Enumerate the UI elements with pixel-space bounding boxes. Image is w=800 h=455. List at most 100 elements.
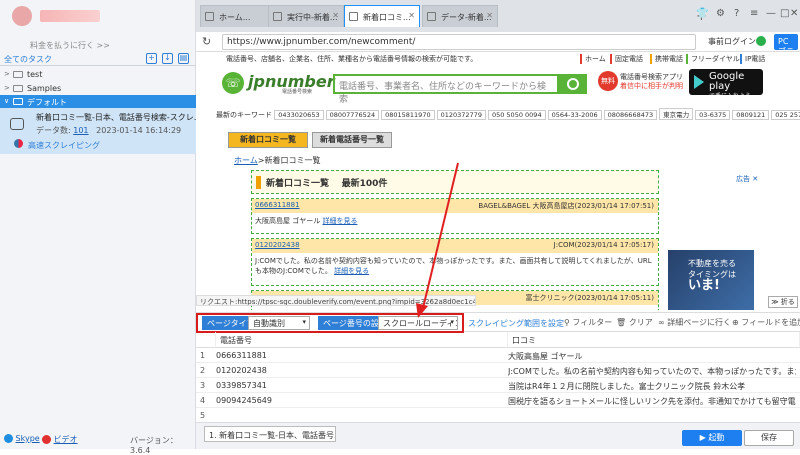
keyword-chip[interactable]: 025 257 8011 — [771, 110, 800, 120]
fold-button[interactable]: ≫ 折る — [768, 296, 798, 308]
keyword-chip[interactable]: 050 5050 0094 — [487, 110, 546, 120]
site-search-input[interactable]: 電話番号、事業者名、住所などのキーワードから検索 — [333, 74, 559, 105]
top-link-freedial[interactable]: フリーダイヤル — [686, 54, 740, 64]
tree-group-samples[interactable]: > Samples — [0, 82, 196, 96]
skype-label: Skype — [15, 434, 40, 443]
tree-group-test[interactable]: > test — [0, 68, 196, 82]
review-text: 大阪高島屋 ゴヤール — [255, 217, 321, 225]
new-task-icon[interactable]: + — [146, 53, 157, 64]
page-type-select[interactable]: 自動識別 ▾ — [248, 316, 310, 330]
keyword-chip[interactable]: 03-6375 — [695, 110, 731, 120]
keyword-chip[interactable]: 0120372779 — [436, 110, 486, 120]
review-more-link[interactable]: 詳細を見る — [334, 267, 369, 275]
add-field-button[interactable]: ⊕ フィールドを追加 — [732, 317, 800, 328]
tab-home[interactable]: ホーム... — [200, 5, 276, 27]
tab-new-numbers-list[interactable]: 新着電話番号一覧 — [312, 132, 392, 148]
google-play-sub: で手に入れよう — [709, 93, 752, 100]
search-icon[interactable] — [559, 74, 587, 94]
table-row[interactable]: 3 0339857341 当院はR4年１２月に閉院しました。富士クリニック院長 鈴木… — [196, 378, 800, 393]
options-row: ページタイプ 自動識別 ▾ ページ番号の設定 スクロールローディン ▾ スクレイピン… — [196, 312, 800, 333]
detail-page-button[interactable]: ∞ 詳細ページに行く — [658, 317, 731, 328]
page-setting-select[interactable]: スクロールローディン ▾ — [378, 316, 458, 330]
keyword-chip[interactable]: 0809121 — [732, 110, 770, 120]
clear-button[interactable]: 🗑 クリア — [616, 317, 653, 328]
review-header: 0666311881 BAGEL&BAGEL 大阪高島屋店(2023/01/14 … — [252, 199, 658, 213]
tab-new-comments-list[interactable]: 新着口コミ一覧 — [228, 132, 308, 148]
table-row[interactable]: 5 — [196, 408, 800, 423]
filter-button[interactable]: ⚲ フィルター — [564, 317, 612, 328]
keyword-chip[interactable]: 0433020653 — [274, 110, 324, 120]
top-link-landline[interactable]: 固定電話 — [610, 54, 643, 64]
folder-icon — [13, 98, 23, 105]
task-tab[interactable]: 1. 新着口コミ一覧-日本、電話番号... — [204, 426, 336, 442]
top-link-home[interactable]: ホーム — [580, 54, 606, 64]
ad-label[interactable]: 広告 ✕ — [736, 174, 758, 184]
menu-icon[interactable]: ≡ — [750, 8, 758, 19]
scrape-range-link[interactable]: スクレイピング範囲を設定 — [468, 318, 564, 329]
minimize-icon[interactable]: — — [766, 8, 776, 19]
close-icon[interactable]: ✕ — [332, 11, 339, 20]
close-icon[interactable]: ✕ — [408, 11, 415, 20]
pc-browser-dropdown[interactable]: PCブラウザ — [774, 34, 798, 50]
home-icon — [205, 12, 214, 21]
skype-link[interactable]: Skype — [4, 434, 40, 443]
table-header-phone[interactable]: 電話番号 — [216, 332, 508, 348]
breadcrumb-home[interactable]: ホーム — [234, 156, 258, 165]
tab-data[interactable]: データ-新着... ✕ — [422, 5, 498, 27]
free-badge: 無料 — [598, 71, 618, 91]
google-play-badge[interactable]: Google play で手に入れよう — [689, 69, 763, 100]
phone-cell: 0666311881 — [216, 351, 267, 360]
tshirt-icon[interactable]: 👕 — [696, 8, 708, 19]
data-count-link[interactable]: 101 — [73, 126, 88, 135]
keyword-chip[interactable]: 08007776524 — [325, 110, 380, 120]
top-link-mobile[interactable]: 携帯電話 — [650, 54, 683, 64]
keyword-chip[interactable]: 08015811970 — [381, 110, 435, 120]
top-link-ip[interactable]: IP電話 — [740, 54, 765, 64]
avatar[interactable] — [12, 6, 32, 26]
keyword-chip[interactable]: 0564-33-2006 — [547, 110, 602, 120]
pre-login-button[interactable]: 事前ログイン — [708, 36, 756, 47]
url-input[interactable]: https://www.jpnumber.com/newcomment/ — [222, 34, 696, 50]
reload-icon[interactable]: ↻ — [202, 35, 211, 48]
review-number-link[interactable]: 0666311881 — [255, 201, 300, 209]
close-window-icon[interactable]: ✕ — [790, 8, 798, 19]
help-icon[interactable]: ? — [734, 8, 739, 19]
row-index: 1 — [200, 351, 206, 360]
tree-group-default[interactable]: ∨ デフォルト — [0, 95, 196, 109]
keyword-row: 最新のキーワード 0433020653 08007776524 0801581197… — [216, 108, 800, 120]
chevron-right-icon: > — [4, 70, 10, 78]
import-icon[interactable]: ↓ — [162, 53, 173, 64]
keyword-chip[interactable]: 08086668473 — [603, 110, 658, 120]
task-item[interactable]: 新着口コミ一覧-日本、電話番号検索-スクレ… データ数: 101 2023-01… — [0, 108, 202, 154]
review-more-link[interactable]: 詳細を見る — [322, 217, 357, 225]
pay-link[interactable]: 料金を払うに行く >> — [30, 40, 110, 51]
table-header-index — [196, 332, 216, 348]
task-name: 新着口コミ一覧-日本、電話番号検索-スクレ… — [36, 113, 202, 122]
close-icon[interactable]: ✕ — [486, 11, 493, 20]
tab-label: データ-新着... — [441, 13, 492, 22]
tab-running[interactable]: 実行中-新着... ✕ — [268, 5, 344, 27]
table-row[interactable]: 2 0120202438 J:COMでした。私の名前や契約内容も知っていたので、本物… — [196, 363, 800, 378]
review-number-link[interactable]: 0120202438 — [255, 241, 300, 249]
plus-circle-icon: ⊕ — [732, 318, 739, 327]
table-row[interactable]: 4 09094245649 国税庁を語るショートメールに怪しいリンク先を添付。非通知… — [196, 393, 800, 408]
ad-banner[interactable]: 不動産を売る タイミングは いま! — [668, 250, 754, 310]
all-tasks-label[interactable]: 全てのタスク — [4, 54, 52, 65]
table-header-review[interactable]: 口コミ — [508, 332, 800, 348]
maximize-icon[interactable]: □ — [780, 8, 789, 19]
video-link[interactable]: ビデオ — [42, 434, 78, 445]
save-button[interactable]: 保存 — [744, 430, 794, 446]
tab-label: 実行中-新着... — [287, 13, 338, 22]
scrape-mode-label: 高速スクレイピング — [28, 141, 100, 150]
list-title: 新着口コミ一覧 — [266, 179, 330, 189]
list-subtitle: 最新100件 — [341, 179, 388, 189]
tab-new-comments[interactable]: 新着口コミ... ✕ — [344, 5, 420, 27]
settings-icon[interactable]: ⚙ — [716, 8, 725, 19]
new-group-icon[interactable]: ▤ — [178, 53, 189, 64]
status-green-icon[interactable] — [756, 36, 766, 46]
list-title-box: 新着口コミ一覧 最新100件 — [251, 170, 659, 194]
keyword-chip[interactable]: 東京電力 — [659, 108, 694, 120]
jpnumber-logo[interactable]: ☏ jpnumber 電話番号検索 — [222, 70, 335, 96]
table-row[interactable]: 1 0666311881 大阪高島屋 ゴヤール — [196, 348, 800, 363]
run-button[interactable]: ▶ 起動 — [682, 430, 742, 446]
